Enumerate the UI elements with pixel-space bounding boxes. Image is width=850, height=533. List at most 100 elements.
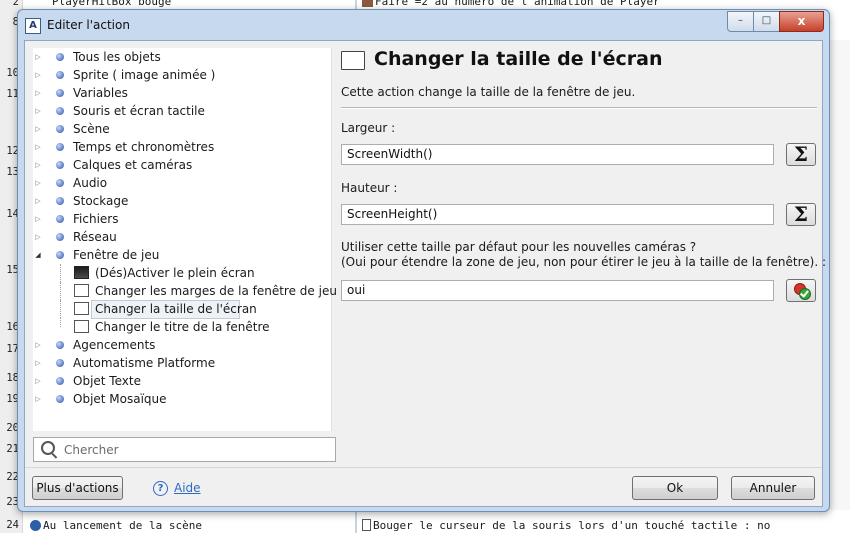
tree-item-all-objects[interactable]: ▷ Tous les objets xyxy=(33,48,331,66)
ok-button[interactable]: Ok xyxy=(632,476,718,500)
window-icon xyxy=(341,51,365,70)
tree-item-label: Fenêtre de jeu xyxy=(73,248,160,262)
help-link[interactable]: Aide xyxy=(174,481,201,495)
expand-arrow-icon[interactable]: ▷ xyxy=(34,102,42,120)
expand-arrow-icon[interactable]: ▷ xyxy=(34,228,42,246)
scene-start-icon xyxy=(30,520,41,531)
expand-arrow-icon[interactable]: ▷ xyxy=(34,138,42,156)
app-icon: A xyxy=(25,18,41,34)
tree-item-platformer[interactable]: ▷ Automatisme Platforme xyxy=(33,354,331,372)
tree-item-layers-cameras[interactable]: ▷ Calques et caméras xyxy=(33,156,331,174)
maximize-button[interactable]: □ xyxy=(753,11,780,32)
tree-item-tiled-object[interactable]: ▷ Objet Mosaïque xyxy=(33,390,331,408)
expand-arrow-icon[interactable]: ▷ xyxy=(34,336,42,354)
tree-item-files[interactable]: ▷ Fichiers xyxy=(33,210,331,228)
width-expression-button[interactable]: Σ xyxy=(786,143,816,166)
cancel-button[interactable]: Annuler xyxy=(731,476,815,500)
expand-arrow-icon[interactable]: ▷ xyxy=(34,210,42,228)
window-icon xyxy=(74,302,89,315)
expand-arrow-icon[interactable]: ▷ xyxy=(34,372,42,390)
condition-text: Au lancement de la scène xyxy=(43,519,202,532)
event-action-text[interactable]: Bouger le curseur de la souris lors d'un… xyxy=(362,519,770,532)
expand-arrow-icon[interactable]: ▷ xyxy=(34,156,42,174)
tree-guide-line xyxy=(60,264,61,282)
help-icon[interactable]: ? xyxy=(153,481,168,496)
tree-item-label: Audio xyxy=(73,176,108,190)
height-label: Hauteur : xyxy=(341,181,398,195)
tree-item-screen-size[interactable]: Changer la taille de l'écran xyxy=(33,300,331,319)
search-box xyxy=(33,437,336,462)
tree-item-toggle-fullscreen[interactable]: (Dés)Activer le plein écran xyxy=(33,264,331,282)
dialog-titlebar[interactable]: A Editer l'action – □ x xyxy=(18,10,829,40)
dialog-content: ▷ Tous les objets ▷ Sprite ( image animé… xyxy=(24,40,826,507)
tree-item-game-window[interactable]: ◢ Fenêtre de jeu xyxy=(33,246,331,264)
action-description: Cette action change la taille de la fenê… xyxy=(341,85,636,99)
dialog-title: Editer l'action xyxy=(47,18,130,32)
close-button[interactable]: x xyxy=(779,11,824,32)
tree-item-label: Variables xyxy=(73,86,128,100)
tree-item-label: Automatisme Platforme xyxy=(73,356,216,370)
tree-item-variables[interactable]: ▷ Variables xyxy=(33,84,331,102)
tree-item-sprite[interactable]: ▷ Sprite ( image animée ) xyxy=(33,66,331,84)
default-camera-hint: (Oui pour étendre la zone de jeu, non po… xyxy=(341,255,826,269)
category-dot-icon xyxy=(56,161,64,169)
tree-item-label: Objet Mosaïque xyxy=(73,392,167,406)
tree-guide-line xyxy=(60,300,61,318)
tree-item-timers[interactable]: ▷ Temps et chronomètres xyxy=(33,138,331,156)
action-title: Changer la taille de l'écran xyxy=(374,48,663,70)
mouse-icon xyxy=(362,519,371,531)
tree-item-network[interactable]: ▷ Réseau xyxy=(33,228,331,246)
tree-item-label: Changer le titre de la fenêtre xyxy=(95,320,270,334)
divider xyxy=(341,107,817,109)
default-camera-input[interactable]: oui xyxy=(341,280,774,301)
collapse-arrow-icon[interactable]: ◢ xyxy=(34,246,42,264)
tree-item-layouts[interactable]: ▷ Agencements xyxy=(33,336,331,354)
tree-item-text-object[interactable]: ▷ Objet Texte xyxy=(33,372,331,390)
tree-item-label: Sprite ( image animée ) xyxy=(73,68,216,82)
tree-item-label: Changer la taille de l'écran xyxy=(95,302,257,316)
tree-guide-line xyxy=(60,318,61,327)
expand-arrow-icon[interactable]: ▷ xyxy=(34,48,42,66)
sprite-icon xyxy=(362,0,373,7)
category-dot-icon xyxy=(56,125,64,133)
category-dot-icon xyxy=(56,71,64,79)
event-condition-text[interactable]: Au lancement de la scène xyxy=(30,519,202,532)
height-input[interactable]: ScreenHeight() xyxy=(341,204,774,225)
action-tree[interactable]: ▷ Tous les objets ▷ Sprite ( image animé… xyxy=(33,48,337,431)
more-actions-button[interactable]: Plus d'actions xyxy=(32,476,123,500)
category-dot-icon xyxy=(56,179,64,187)
expand-arrow-icon[interactable]: ▷ xyxy=(34,66,42,84)
yes-no-icon xyxy=(794,283,811,300)
event-condition-text[interactable]: PlayerHitBox bouge xyxy=(52,0,171,8)
tree-item-storage[interactable]: ▷ Stockage xyxy=(33,192,331,210)
tree-item-label: Souris et écran tactile xyxy=(73,104,205,118)
category-dot-icon xyxy=(56,143,64,151)
tree-item-label: (Dés)Activer le plein écran xyxy=(95,266,255,280)
tree-item-label: Tous les objets xyxy=(73,50,161,64)
tree-item-audio[interactable]: ▷ Audio xyxy=(33,174,331,192)
window-icon xyxy=(74,284,89,297)
expand-arrow-icon[interactable]: ▷ xyxy=(34,84,42,102)
category-dot-icon xyxy=(56,107,64,115)
expand-arrow-icon[interactable]: ▷ xyxy=(34,174,42,192)
default-camera-label: Utiliser cette taille par défaut pour le… xyxy=(341,240,697,254)
tree-item-window-title[interactable]: Changer le titre de la fenêtre xyxy=(33,318,331,336)
expand-arrow-icon[interactable]: ▷ xyxy=(34,354,42,372)
minimize-button[interactable]: – xyxy=(727,11,754,32)
tree-item-label: Objet Texte xyxy=(73,374,141,388)
tree-item-scene[interactable]: ▷ Scène xyxy=(33,120,331,138)
width-input[interactable]: ScreenWidth() xyxy=(341,144,774,165)
expand-arrow-icon[interactable]: ▷ xyxy=(34,390,42,408)
tree-item-window-margins[interactable]: Changer les marges de la fenêtre de jeu xyxy=(33,282,337,300)
height-expression-button[interactable]: Σ xyxy=(786,203,816,226)
scrollbar-track[interactable] xyxy=(829,40,850,510)
tree-item-label: Calques et caméras xyxy=(73,158,193,172)
yes-no-button[interactable] xyxy=(786,279,816,302)
condition-text: PlayerHitBox bouge xyxy=(52,0,172,8)
expand-arrow-icon[interactable]: ▷ xyxy=(34,192,42,210)
tree-item-mouse-touch[interactable]: ▷ Souris et écran tactile xyxy=(33,102,331,120)
window-icon xyxy=(74,320,89,333)
event-action-text[interactable]: Faire =2 au numéro de l'animation de Pla… xyxy=(362,0,660,8)
search-input[interactable] xyxy=(62,440,331,459)
expand-arrow-icon[interactable]: ▷ xyxy=(34,120,42,138)
